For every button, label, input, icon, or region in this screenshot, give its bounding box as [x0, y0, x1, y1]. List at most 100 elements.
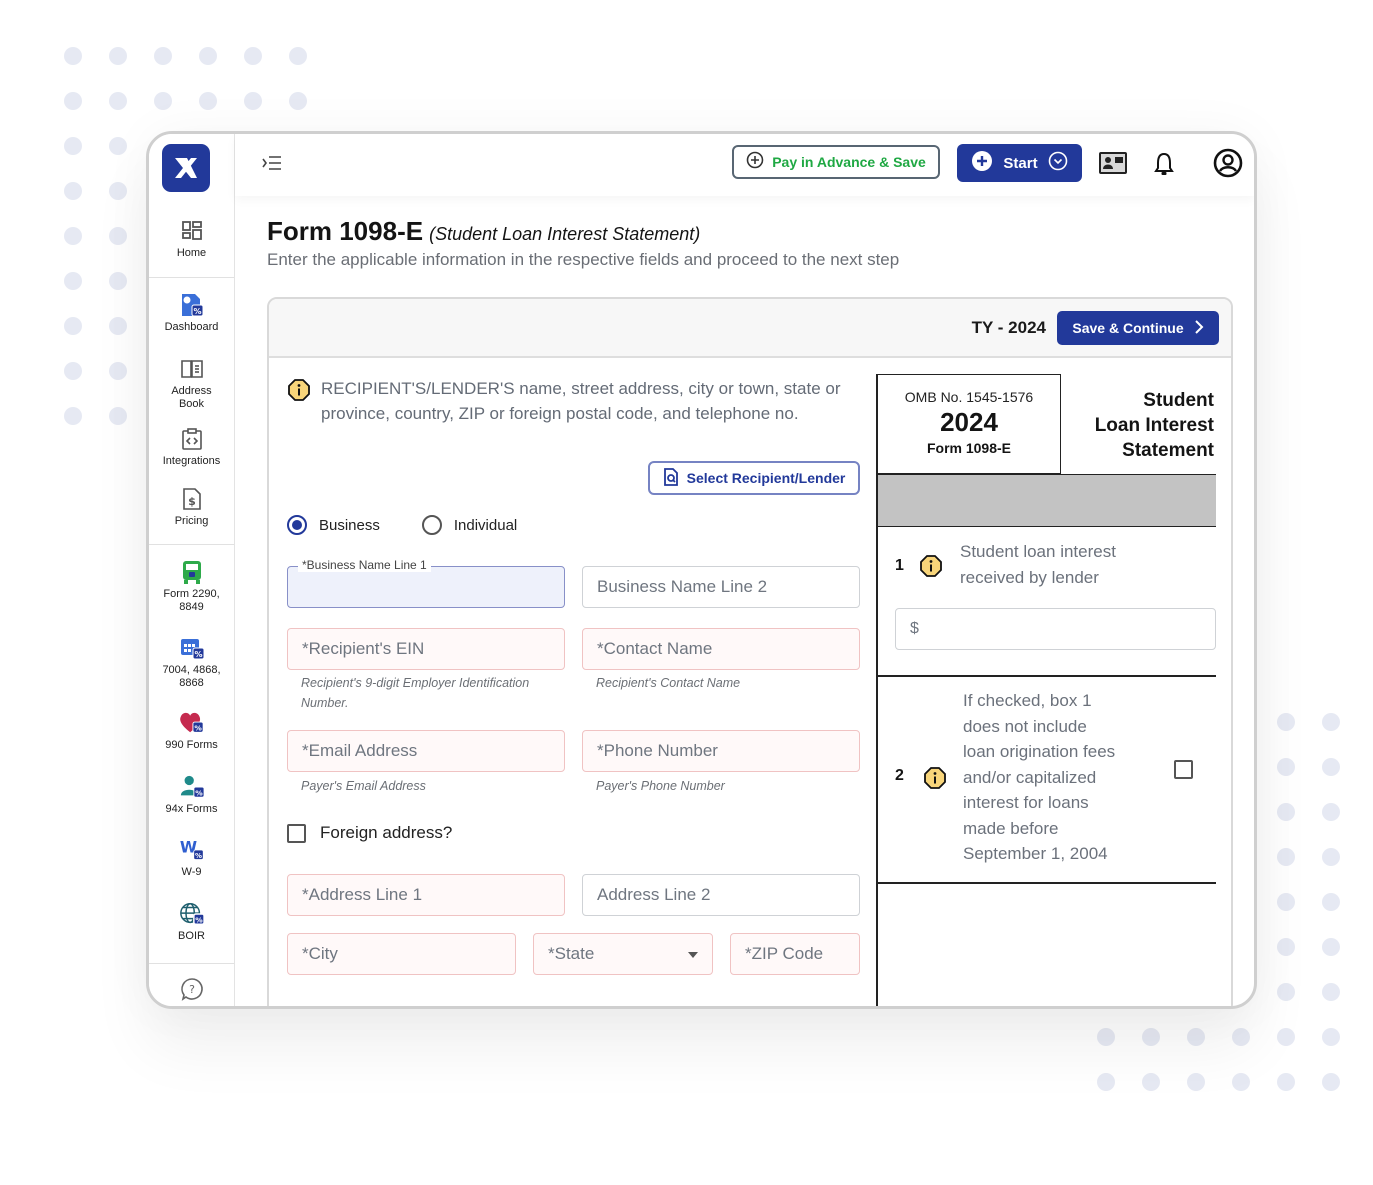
address-line-1-input[interactable]: *Address Line 1 — [287, 874, 565, 916]
student-loan-interest-input[interactable]: $ — [895, 608, 1216, 650]
info-icon[interactable] — [919, 554, 943, 578]
sidebar-item-boir[interactable]: % BOIR — [149, 901, 234, 943]
background-dot — [1322, 983, 1340, 1001]
svg-text:%: % — [194, 723, 202, 732]
pricing-icon: $ — [179, 486, 205, 512]
svg-text:%: % — [195, 852, 202, 860]
id-card-icon[interactable] — [1099, 152, 1127, 179]
zip-code-input[interactable]: *ZIP Code — [730, 933, 860, 975]
form-card: TY - 2024 Save & Continue RECIPIENT'S/LE… — [267, 297, 1233, 1006]
background-dot — [1277, 1073, 1295, 1091]
email-address-input[interactable]: *Email Address — [287, 730, 565, 772]
business-name-line-2-input[interactable]: Business Name Line 2 — [582, 566, 860, 608]
dashboard-icon: % — [179, 292, 205, 318]
background-dot — [1097, 1028, 1115, 1046]
box-2-checkbox[interactable] — [1174, 760, 1193, 779]
background-dot — [64, 182, 82, 200]
contact-name-input[interactable]: *Contact Name — [582, 628, 860, 670]
email-hint: Payer's Email Address — [301, 779, 426, 793]
sidebar-item-94x-forms[interactable]: % 94x Forms — [149, 774, 234, 816]
sidebar-item-home[interactable]: Home — [149, 218, 234, 260]
city-input[interactable]: *City — [287, 933, 516, 975]
recipient-type-radio-group: Business Individual — [287, 515, 559, 535]
radio-button-selected[interactable] — [287, 515, 307, 535]
background-dot — [1187, 1073, 1205, 1091]
background-dot — [1097, 1073, 1115, 1091]
background-dot — [154, 92, 172, 110]
page-title: Form 1098-E (Student Loan Interest Statem… — [267, 216, 701, 246]
radio-individual[interactable]: Individual — [421, 515, 517, 535]
background-dot — [1277, 803, 1295, 821]
background-dot — [109, 362, 127, 380]
sidebar-item-pricing[interactable]: $ Pricing — [149, 486, 234, 528]
info-icon — [287, 378, 311, 402]
heart-icon: % — [179, 710, 205, 736]
state-select[interactable]: *State — [533, 933, 713, 975]
person-icon: % — [179, 774, 205, 800]
sidebar-item-990-forms[interactable]: % 990 Forms — [149, 710, 234, 752]
plus-circle-icon — [971, 150, 993, 176]
omb-box: OMB No. 1545-1576 2024 Form 1098-E — [878, 374, 1061, 474]
top-bar: Pay in Advance & Save Start 5 — [235, 134, 1254, 196]
sidebar-item-extensions[interactable]: % 7004, 4868, 8868 — [149, 635, 234, 690]
foreign-address-checkbox-row[interactable]: Foreign address? — [287, 823, 452, 843]
select-recipient-button[interactable]: Select Recipient/Lender — [648, 461, 860, 495]
phone-number-input[interactable]: *Phone Number — [582, 730, 860, 772]
help-icon: ? — [179, 976, 205, 1002]
background-dot — [199, 47, 217, 65]
background-dot — [1277, 713, 1295, 731]
start-button[interactable]: Start — [957, 144, 1082, 182]
form-title: Student Loan Interest Statement — [1094, 390, 1214, 461]
save-continue-button[interactable]: Save & Continue — [1057, 311, 1219, 345]
background-dot — [1277, 893, 1295, 911]
background-dot — [64, 272, 82, 290]
sidebar: Home % Dashboard Address Book Integratio… — [149, 134, 235, 1006]
box-2-number: 2 — [895, 767, 904, 784]
phone-hint: Payer's Phone Number — [596, 779, 725, 793]
background-dot — [1322, 713, 1340, 731]
plus-circle-icon — [746, 151, 764, 174]
w9-icon: W% — [179, 837, 205, 863]
svg-text:%: % — [195, 915, 203, 924]
background-dot — [1187, 1028, 1205, 1046]
menu-toggle-icon[interactable] — [261, 154, 285, 174]
globe-icon: % — [179, 901, 205, 927]
background-dot — [64, 362, 82, 380]
form-1098e-panel: OMB No. 1545-1576 2024 Form 1098-E Stude… — [876, 374, 1216, 1006]
background-dot — [64, 407, 82, 425]
background-dot — [109, 272, 127, 290]
calendar-icon: % — [179, 635, 205, 661]
sidebar-item-w9[interactable]: W% W-9 — [149, 837, 234, 879]
background-dot — [1142, 1073, 1160, 1091]
background-dot — [109, 47, 127, 65]
background-dot — [1277, 848, 1295, 866]
background-dot — [109, 92, 127, 110]
sidebar-divider — [149, 963, 234, 964]
background-dot — [1322, 803, 1340, 821]
background-dot — [64, 137, 82, 155]
business-name-line-1-input[interactable]: *Business Name Line 1 — [287, 558, 565, 608]
radio-button[interactable] — [421, 515, 442, 535]
radio-business[interactable]: Business — [287, 515, 380, 535]
info-icon[interactable] — [923, 766, 947, 790]
background-dot — [109, 317, 127, 335]
background-dot — [244, 47, 262, 65]
sidebar-item-integrations[interactable]: Integrations — [149, 426, 234, 468]
pay-in-advance-button[interactable]: Pay in Advance & Save — [732, 145, 940, 179]
sidebar-item-dashboard[interactable]: % Dashboard — [149, 292, 234, 334]
svg-text:%: % — [194, 650, 202, 659]
sidebar-item-form-2290[interactable]: Form 2290, 8849 — [149, 559, 234, 614]
page-description: Enter the applicable information in the … — [267, 250, 900, 269]
background-dot — [109, 182, 127, 200]
recipient-ein-input[interactable]: *Recipient's EIN — [287, 628, 565, 670]
sidebar-item-address-book[interactable]: Address Book — [149, 356, 234, 411]
divider — [878, 675, 1216, 677]
address-line-2-input[interactable]: Address Line 2 — [582, 874, 860, 916]
foreign-address-checkbox[interactable] — [287, 823, 306, 843]
sidebar-item-support[interactable]: ? Support — [149, 976, 234, 1006]
x-logo-icon[interactable] — [162, 144, 210, 192]
integrations-icon — [179, 426, 205, 452]
bell-icon[interactable] — [1153, 152, 1175, 181]
chevron-right-icon — [1194, 319, 1204, 338]
user-avatar-icon[interactable] — [1213, 148, 1243, 183]
